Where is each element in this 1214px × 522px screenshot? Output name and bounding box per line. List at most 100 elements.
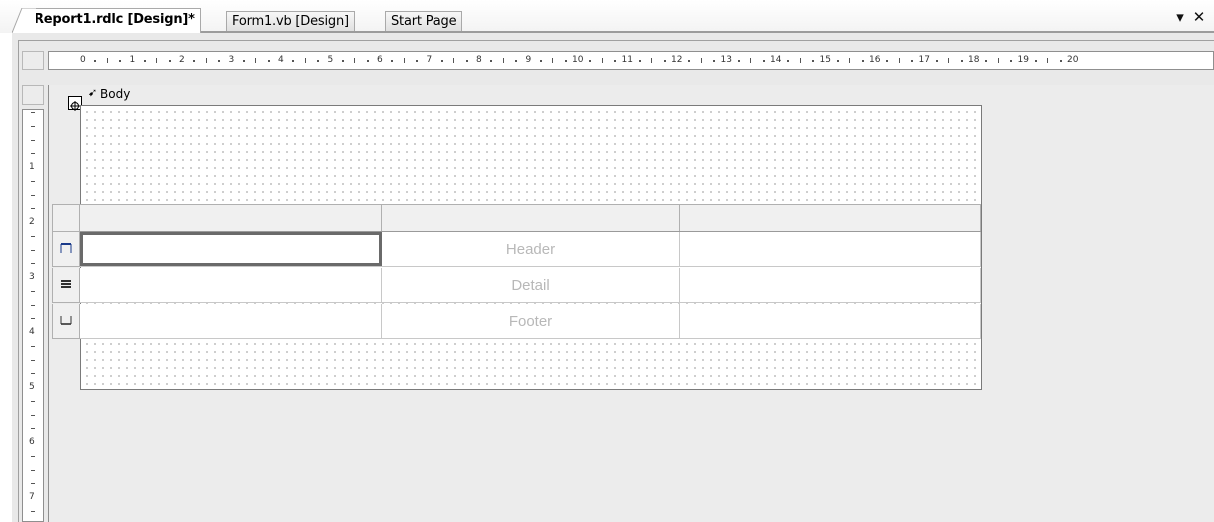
- section-pointer-icon: ➹: [88, 86, 98, 99]
- frame-border-top: [18, 40, 1214, 41]
- ruler-tick: [849, 58, 851, 63]
- table-corner-handle[interactable]: [52, 204, 80, 232]
- ruler-tick: [651, 58, 653, 63]
- ruler-tick: [31, 428, 35, 430]
- table-cell[interactable]: [80, 268, 382, 302]
- ruler-tick: [416, 60, 419, 62]
- ruler-tick: [255, 58, 257, 63]
- section-corner: [22, 85, 44, 105]
- ruler-label: 3: [29, 272, 35, 282]
- ruler-tick: [31, 112, 35, 113]
- ruler-tick: [31, 263, 35, 265]
- ruler-tick: [886, 60, 889, 62]
- ruler-tick: [713, 60, 716, 62]
- table-cell[interactable]: [680, 268, 981, 302]
- ruler-tick: [94, 60, 97, 62]
- ruler-tick: [31, 414, 35, 416]
- table-cell[interactable]: Header: [382, 232, 680, 266]
- ruler-tick: [205, 58, 207, 63]
- ruler-tick: [985, 60, 988, 62]
- ruler-tick: [366, 60, 369, 62]
- ruler-tick: [1034, 60, 1037, 62]
- close-icon[interactable]: ✕: [1190, 8, 1208, 26]
- ruler-tick: [31, 208, 35, 210]
- ruler-label: 15: [819, 55, 831, 65]
- table-header-row-icon: [60, 243, 72, 253]
- ruler-label: 3: [228, 55, 235, 65]
- ruler-tick: [638, 60, 641, 62]
- ruler-label: 6: [29, 437, 35, 447]
- ruler-tick: [119, 60, 122, 62]
- ruler-tick: [31, 290, 35, 292]
- horizontal-ruler: 0 1 2 3 4 5 6 7 8 9 10 11 12 13 14 15 16 17 18 19 20: [48, 51, 1214, 70]
- ruler-tick: [614, 60, 617, 62]
- ruler-tick: [465, 60, 468, 62]
- table-row-handle-header[interactable]: [52, 232, 80, 267]
- ruler-label: 18: [968, 55, 980, 65]
- ruler-tick: [341, 60, 344, 62]
- ruler-tick: [601, 58, 603, 63]
- ruler-tick: [737, 60, 740, 62]
- ruler-tick: [663, 60, 666, 62]
- ruler-tick: [267, 60, 270, 62]
- ruler-tick: [143, 60, 146, 62]
- ruler-label: 1: [129, 55, 136, 65]
- ruler-label: 16: [869, 55, 881, 65]
- table-cell[interactable]: [80, 232, 382, 266]
- ruler-tick: [700, 58, 702, 63]
- ruler-tick: [750, 58, 752, 63]
- table-cell[interactable]: [680, 304, 981, 338]
- ruler-label: 19: [1017, 55, 1029, 65]
- table-cell[interactable]: [680, 232, 981, 266]
- ruler-tick: [31, 483, 35, 485]
- ruler-label: 11: [621, 55, 633, 65]
- ruler-tick: [440, 60, 443, 62]
- table-row-header: Header: [80, 232, 981, 267]
- ruler-tick: [799, 58, 801, 63]
- ruler-label: 1: [29, 162, 35, 172]
- ruler-tick: [948, 58, 950, 63]
- ruler-tick: [836, 60, 839, 62]
- tab-report1-design[interactable]: Report1.rdlc [Design]*: [34, 8, 201, 33]
- ruler-tick: [564, 60, 567, 62]
- ruler-tick: [156, 58, 158, 63]
- ruler-label: 5: [327, 55, 334, 65]
- table-column-handle[interactable]: [382, 205, 680, 231]
- ruler-tick: [812, 60, 815, 62]
- ruler-label: 6: [377, 55, 383, 65]
- ruler-tick: [168, 60, 171, 62]
- ruler-label: 7: [29, 492, 35, 502]
- table-cell[interactable]: [80, 304, 382, 338]
- ruler-tick: [391, 60, 394, 62]
- table-detail-row-icon: [61, 280, 71, 288]
- ruler-tick: [106, 58, 108, 63]
- ruler-label: 2: [179, 55, 185, 65]
- ruler-tick: [31, 194, 35, 196]
- ruler-tick: [1010, 60, 1013, 62]
- tab-form1-design[interactable]: Form1.vb [Design]: [226, 11, 355, 32]
- ruler-tick: [31, 510, 35, 512]
- ruler-tick: [552, 58, 554, 63]
- document-tab-strip: Report1.rdlc [Design]* Form1.vb [Design]…: [0, 0, 1214, 33]
- ruler-label: 7: [426, 55, 433, 65]
- ruler-tick: [997, 58, 999, 63]
- frame-border-left: [18, 40, 19, 522]
- ruler-tick: [1047, 58, 1049, 63]
- ruler-tick: [193, 60, 196, 62]
- ruler-tick: [502, 58, 504, 63]
- ruler-tick: [31, 345, 35, 347]
- tab-start-page[interactable]: Start Page: [385, 11, 463, 32]
- table-column-handle[interactable]: [80, 205, 382, 231]
- ruler-tick: [539, 60, 542, 62]
- table-row-handle-detail[interactable]: [52, 268, 80, 303]
- ruler-tick: [31, 125, 35, 127]
- ruler-tick: [960, 60, 963, 62]
- table-cell[interactable]: Footer: [382, 304, 680, 338]
- ruler-label: 4: [278, 55, 284, 65]
- window-dropdown-icon[interactable]: ▾: [1171, 8, 1189, 26]
- table-column-handle[interactable]: [680, 205, 981, 231]
- ruler-tick: [31, 359, 35, 361]
- table-row-handle-footer[interactable]: [52, 304, 80, 339]
- table-cell[interactable]: Detail: [382, 268, 680, 302]
- ruler-label: 17: [918, 55, 930, 65]
